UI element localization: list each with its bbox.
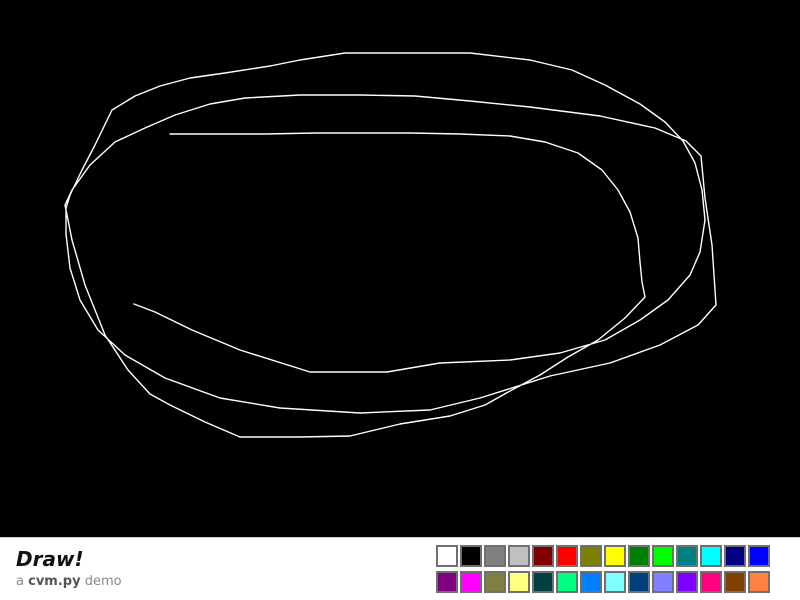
color-swatch[interactable] [748,545,770,567]
color-swatch[interactable] [484,571,506,593]
app-title: Draw! [16,547,84,571]
color-swatch[interactable] [628,571,650,593]
subtitle-prefix: a [16,574,29,589]
color-swatch[interactable] [532,545,554,567]
color-swatch[interactable] [676,545,698,567]
color-swatch[interactable] [436,545,458,567]
color-swatch[interactable] [460,571,482,593]
color-swatch[interactable] [628,545,650,567]
color-swatch[interactable] [652,545,674,567]
color-swatch[interactable] [580,545,602,567]
color-swatch[interactable] [484,545,506,567]
drawing-surface[interactable] [0,0,800,537]
footer-bar: Draw! a cvm.py demo [0,537,800,600]
color-swatch[interactable] [436,571,458,593]
freehand-stroke [64,52,717,438]
color-swatch[interactable] [652,571,674,593]
color-swatch[interactable] [604,545,626,567]
color-swatch[interactable] [532,571,554,593]
color-swatch[interactable] [604,571,626,593]
color-swatch[interactable] [748,571,770,593]
subtitle-suffix: demo [80,574,122,589]
drawing-canvas[interactable] [0,0,800,537]
color-swatch[interactable] [724,571,746,593]
app-subtitle: a cvm.py demo [16,575,122,588]
draw-app: Draw! a cvm.py demo [0,0,800,600]
color-swatch[interactable] [676,571,698,593]
color-swatch[interactable] [508,571,530,593]
color-swatch[interactable] [556,571,578,593]
color-swatch[interactable] [508,545,530,567]
color-swatch[interactable] [700,571,722,593]
color-palette [434,543,800,597]
color-swatch[interactable] [460,545,482,567]
color-swatch[interactable] [724,545,746,567]
color-swatch[interactable] [700,545,722,567]
color-swatch[interactable] [580,571,602,593]
color-swatch[interactable] [556,545,578,567]
subtitle-brand: cvm.py [28,574,81,589]
